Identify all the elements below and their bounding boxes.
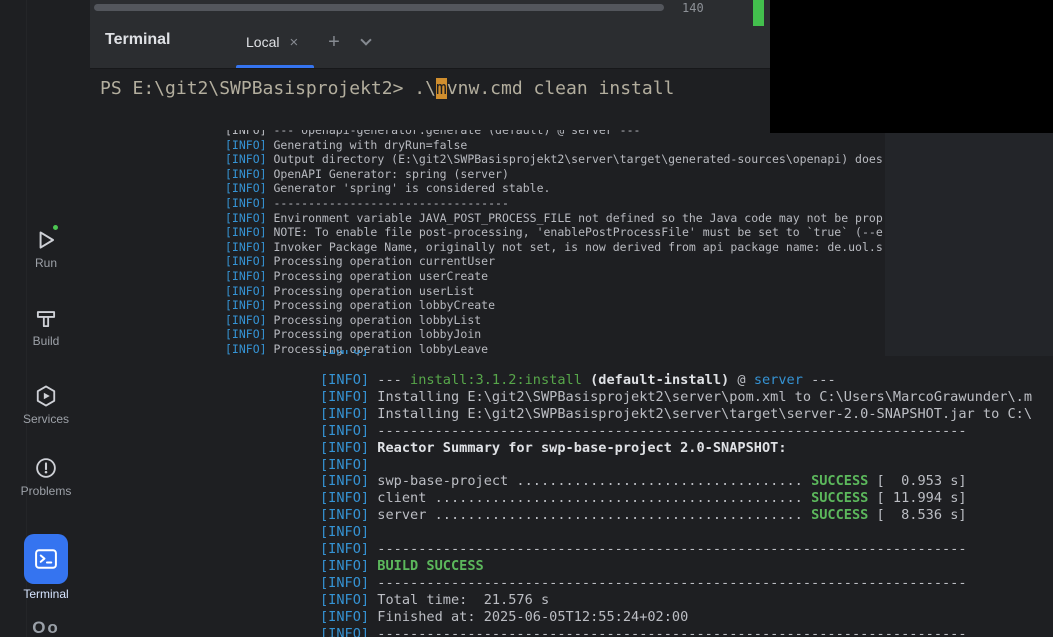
sidebar-item-terminal[interactable]: Terminal [0,534,92,601]
terminal-log-line: [INFO] ---------------------------------… [225,196,885,211]
terminal-log-line: [INFO] [320,457,1053,474]
chevron-down-icon [360,34,371,45]
terminal-log-line: [INFO] Processing operation lobbyCreate [225,298,885,313]
prompt-text: PS E:\git2\SWPBasisprojekt2> [100,78,414,99]
terminal-log-line: [INFO] Processing operation currentUser [225,254,885,269]
small-log-lines: [INFO] Generating with dryRun=false[INFO… [225,138,885,356]
plus-icon: + [328,31,340,54]
terminal-title: Terminal [105,31,171,49]
sidebar-item-label: Services [0,412,92,426]
command-text: .\ [414,78,436,99]
terminal-log-line: [INFO] [320,524,1053,541]
terminal-log-line: [INFO] Total time: 21.576 s [320,592,1053,609]
terminal-log-line: [INFO] Finished at: 2025-06-05T12:55:24+… [320,609,1053,626]
horizontal-scrollbar: 140 [90,0,770,16]
run-active-dot [51,223,60,232]
overlay-gray-panel [885,133,1053,356]
terminal-log-line: [INFO] BUILD SUCCESS [320,558,1053,575]
sidebar-item-services[interactable]: Services [0,383,92,426]
terminal-options-button[interactable] [354,30,378,54]
terminal-log-line: [INFO] Installing E:\git2\SWPBasisprojek… [320,406,1053,423]
terminal-log-line-partial: [INFO] [320,350,410,358]
terminal-log-line: [INFO] Processing operation lobbyList [225,313,885,328]
terminal-output-small[interactable]: [INFO] --- openapi-generator:generate (d… [225,130,885,356]
terminal-log-line: [INFO] Installing E:\git2\SWPBasisprojek… [320,389,1053,406]
terminal-log-line: [INFO] Processing operation lobbyJoin [225,327,885,342]
close-icon[interactable]: × [289,35,298,50]
gutter-change-marker [753,0,764,26]
sidebar-item-label: Terminal [0,587,92,601]
scrollbar-thumb[interactable] [94,4,664,11]
overlay-black-panel [770,0,1053,133]
terminal-log-line: [INFO] server ..........................… [320,507,1053,524]
ide-screen: Run Build Services Problems Terminal Oo [0,0,1053,637]
terminal-active-highlight [24,534,68,584]
tab-local[interactable]: Local × [240,16,304,68]
terminal-cursor: m [436,78,447,99]
command-text: vnw.cmd [447,78,523,99]
sidebar-item-label: Run [0,256,92,270]
terminal-log-line: [INFO] Output directory (E:\git2\SWPBasi… [225,152,885,167]
terminal-output-large[interactable]: [INFO] --- install:3.1.2:install (defaul… [308,356,1053,637]
sidebar-item-problems[interactable]: Problems [0,455,92,498]
terminal-log-line: [INFO] ---------------------------------… [320,423,1053,440]
terminal-log-line: [INFO] Generator 'spring' is considered … [225,181,885,196]
terminal-log-line: [INFO] ---------------------------------… [320,541,1053,558]
terminal-log-line: [INFO] ---------------------------------… [320,575,1053,592]
terminal-log-line: [INFO] Processing operation userList [225,284,885,299]
sidebar-item-label: Build [0,334,92,348]
build-hammer-icon [33,305,59,331]
problems-icon [33,455,59,481]
terminal-log-line: [INFO] ---------------------------------… [320,626,1053,637]
terminal-log-line: [INFO] Invoker Package Name, originally … [225,240,885,255]
terminal-command-line[interactable]: PS E:\git2\SWPBasisprojekt2> .\mvnw.cmd … [100,78,674,99]
terminal-log-line: [INFO] Processing operation userCreate [225,269,885,284]
terminal-log-line: [INFO] swp-base-project ................… [320,473,1053,490]
tool-window-stripe: Run Build Services Problems Terminal Oo [0,0,92,637]
services-icon [33,383,59,409]
sidebar-item-label: Problems [0,484,92,498]
sidebar-item-run[interactable]: Run [0,227,92,270]
terminal-tab-bar: Terminal Local × + [90,16,770,69]
terminal-icon [32,545,60,573]
line-indicator: 140 [682,1,704,15]
tab-label: Local [246,34,279,50]
sidebar-item-more-partial[interactable]: Oo [0,618,92,637]
terminal-log-line: [INFO] Reactor Summary for swp-base-proj… [320,440,1053,457]
terminal-log-line: [INFO] client ..........................… [320,490,1053,507]
terminal-log-line: [INFO] Environment variable JAVA_POST_PR… [225,211,885,226]
new-tab-button[interactable]: + [322,30,346,54]
terminal-log-line: [INFO] OpenAPI Generator: spring (server… [225,167,885,182]
command-text: clean install [523,78,675,99]
partial-icon: Oo [32,618,60,637]
terminal-log-line: [INFO] NOTE: To enable file post-process… [225,225,885,240]
sidebar-item-build[interactable]: Build [0,305,92,348]
active-tab-indicator [236,65,314,68]
large-log-lines: [INFO] --- install:3.1.2:install (defaul… [320,372,1053,637]
terminal-log-line-partial: [INFO] --- openapi-generator:generate (d… [225,130,885,138]
terminal-log-line: [INFO] --- install:3.1.2:install (defaul… [320,372,1053,389]
terminal-log-line: [INFO] Generating with dryRun=false [225,138,885,153]
